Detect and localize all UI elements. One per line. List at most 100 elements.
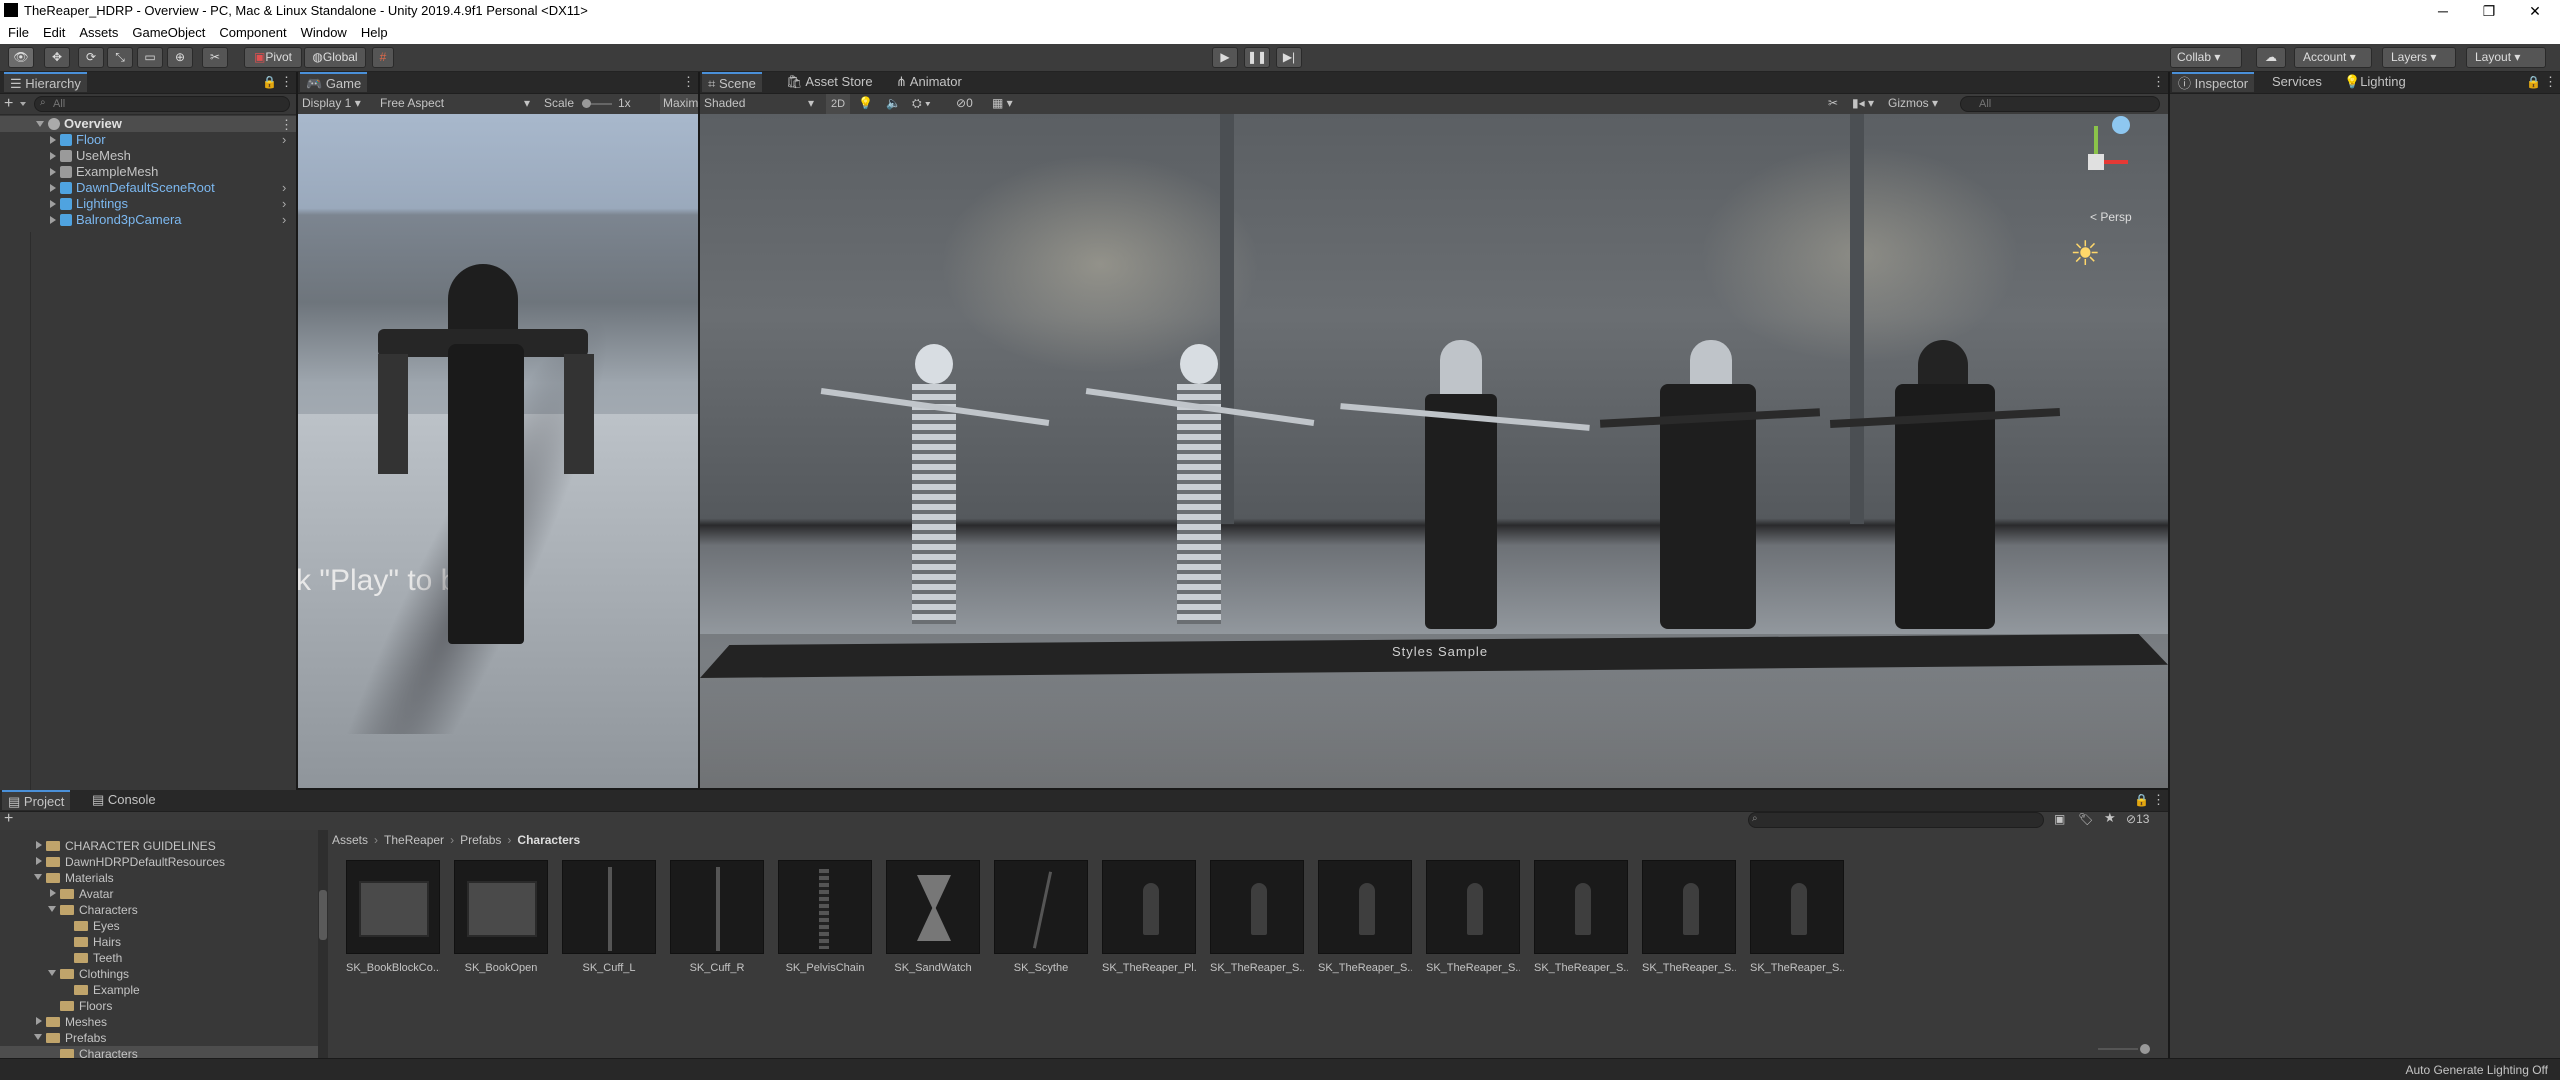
expand-arrow-icon[interactable] bbox=[50, 184, 56, 192]
scale-tool-icon[interactable]: ⤡ bbox=[107, 47, 133, 68]
collapse-arrow-icon[interactable] bbox=[48, 970, 56, 976]
tree-item[interactable]: Example bbox=[74, 982, 140, 998]
asset-item[interactable]: SK_SandWatch bbox=[886, 860, 980, 974]
menu-gameobject[interactable]: GameObject bbox=[132, 22, 205, 44]
hierarchy-item-usemesh[interactable]: UseMesh bbox=[60, 148, 131, 164]
asset-item[interactable]: SK_TheReaper_S... bbox=[1426, 860, 1520, 974]
menu-help[interactable]: Help bbox=[361, 22, 388, 44]
chevron-right-icon[interactable]: › bbox=[282, 180, 286, 195]
custom-tool-icon[interactable]: ✂ bbox=[202, 47, 228, 68]
tree-item[interactable]: Hairs bbox=[74, 934, 121, 950]
tree-item[interactable]: DawnHDRPDefaultResources bbox=[46, 854, 225, 870]
scene-row[interactable] bbox=[0, 116, 296, 132]
add-dropdown-icon[interactable] bbox=[20, 102, 26, 106]
expand-arrow-icon[interactable] bbox=[36, 857, 42, 865]
collapse-arrow-icon[interactable] bbox=[48, 906, 56, 912]
filter-by-label-icon[interactable]: 🏷 bbox=[2078, 812, 2093, 826]
close-button[interactable]: ✕ bbox=[2512, 0, 2558, 22]
panel-menu-icon[interactable]: ⋮ bbox=[682, 74, 695, 90]
panel-menu-icon[interactable]: ⋮ bbox=[2544, 74, 2557, 90]
move-tool-icon[interactable]: ✥ bbox=[44, 47, 70, 68]
tab-project[interactable]: ▤ Project bbox=[2, 790, 71, 810]
2d-toggle[interactable]: 2D bbox=[826, 94, 850, 114]
camera-dropdown-icon[interactable]: ▮◂ ▾ bbox=[1852, 96, 1874, 110]
lock-icon[interactable]: 🔒 bbox=[2526, 75, 2541, 89]
chevron-right-icon[interactable]: › bbox=[282, 212, 286, 227]
menu-file[interactable]: File bbox=[8, 22, 29, 44]
tab-asset-store[interactable]: 🛍 Asset Store bbox=[780, 72, 879, 92]
asset-item[interactable]: SK_TheReaper_Pl... bbox=[1102, 860, 1196, 974]
shading-dropdown[interactable]: Shaded ▾ bbox=[704, 96, 814, 110]
asset-item[interactable]: SK_BookOpen bbox=[454, 860, 548, 974]
tree-item[interactable]: Teeth bbox=[74, 950, 122, 966]
maximize-on-play-toggle[interactable]: Maxim bbox=[660, 94, 698, 114]
panel-menu-icon[interactable]: ⋮ bbox=[2152, 792, 2165, 808]
layout-dropdown[interactable]: Layout ▾ bbox=[2466, 47, 2546, 68]
expand-arrow-icon[interactable] bbox=[50, 216, 56, 224]
play-button[interactable]: ▶ bbox=[1212, 47, 1238, 68]
hierarchy-item-camera[interactable]: Balrond3pCamera bbox=[60, 212, 182, 228]
breadcrumb-prefabs[interactable]: Prefabs bbox=[460, 833, 501, 847]
persp-label[interactable]: < Persp bbox=[2090, 210, 2132, 224]
chevron-right-icon[interactable]: › bbox=[282, 132, 286, 147]
asset-item[interactable]: SK_BookBlockCo... bbox=[346, 860, 440, 974]
hierarchy-item-dawn[interactable]: DawnDefaultSceneRoot bbox=[60, 180, 215, 196]
menu-assets[interactable]: Assets bbox=[79, 22, 118, 44]
account-dropdown[interactable]: Account ▾ bbox=[2294, 47, 2372, 68]
scene-view[interactable]: Styles Sample < Persp ☀ bbox=[700, 114, 2168, 788]
grid-snap-icon[interactable]: # bbox=[372, 47, 394, 68]
tree-item[interactable]: Floors bbox=[60, 998, 112, 1014]
asset-item[interactable]: SK_TheReaper_S... bbox=[1318, 860, 1412, 974]
asset-item[interactable]: SK_PelvisChain bbox=[778, 860, 872, 974]
tree-item[interactable]: Clothings bbox=[60, 966, 129, 982]
hierarchy-item-floor[interactable]: Floor bbox=[60, 132, 106, 148]
tree-scrollbar[interactable] bbox=[318, 830, 328, 1060]
lock-icon[interactable]: 🔒 bbox=[2134, 793, 2149, 807]
tab-hierarchy[interactable]: ☰ Hierarchy bbox=[4, 72, 87, 92]
lighting-toggle-icon[interactable]: 💡 bbox=[858, 96, 873, 110]
view-tool-icon[interactable]: 👁 bbox=[8, 47, 34, 68]
lock-icon[interactable]: 🔒 bbox=[262, 75, 277, 89]
hidden-objects-icon[interactable]: ⊘0 bbox=[956, 96, 973, 110]
scene-menu-icon[interactable]: ⋮ bbox=[280, 117, 293, 133]
collapse-arrow-icon[interactable] bbox=[34, 1034, 42, 1040]
asset-item[interactable]: SK_Cuff_L bbox=[562, 860, 656, 974]
expand-arrow-icon[interactable] bbox=[50, 152, 56, 160]
asset-item[interactable]: SK_TheReaper_S... bbox=[1642, 860, 1736, 974]
asset-item[interactable]: SK_TheReaper_S... bbox=[1534, 860, 1628, 974]
audio-toggle-icon[interactable]: 🔈 bbox=[886, 96, 901, 110]
expand-arrow-icon[interactable] bbox=[50, 200, 56, 208]
expand-arrow-icon[interactable] bbox=[50, 136, 56, 144]
global-toggle[interactable]: ◍Global bbox=[304, 47, 366, 68]
menu-component[interactable]: Component bbox=[219, 22, 286, 44]
zoom-slider[interactable] bbox=[2098, 1048, 2138, 1050]
tree-item[interactable]: Characters bbox=[60, 902, 138, 918]
tree-item[interactable]: Avatar bbox=[60, 886, 113, 902]
expand-arrow-icon[interactable] bbox=[36, 1017, 42, 1025]
tools-icon[interactable]: ✂ bbox=[1828, 96, 1838, 110]
rect-tool-icon[interactable]: ▭ bbox=[137, 47, 163, 68]
panel-menu-icon[interactable]: ⋮ bbox=[280, 74, 293, 90]
tab-game[interactable]: 🎮 Game bbox=[300, 72, 368, 92]
breadcrumb-characters[interactable]: Characters bbox=[517, 833, 580, 847]
menu-window[interactable]: Window bbox=[301, 22, 347, 44]
hidden-count-badge[interactable]: ⊘13 bbox=[2126, 812, 2149, 826]
tab-scene[interactable]: ⌗ Scene bbox=[702, 72, 762, 92]
favorite-icon[interactable]: ★ bbox=[2104, 810, 2116, 826]
cloud-icon[interactable]: ☁ bbox=[2256, 47, 2286, 68]
gizmos-dropdown[interactable]: Gizmos ▾ bbox=[1888, 96, 1938, 110]
expand-arrow-icon[interactable] bbox=[50, 168, 56, 176]
maximize-button[interactable]: ❐ bbox=[2466, 0, 2512, 22]
tree-item[interactable]: CHARACTER GUIDELINES bbox=[46, 838, 216, 854]
step-button[interactable]: ▶| bbox=[1276, 47, 1302, 68]
asset-item[interactable]: SK_TheReaper_S... bbox=[1750, 860, 1844, 974]
tree-item[interactable]: Prefabs bbox=[46, 1030, 106, 1046]
hierarchy-item-lightings[interactable]: Lightings bbox=[60, 196, 128, 212]
tree-item[interactable]: Materials bbox=[46, 870, 114, 886]
tab-inspector[interactable]: ⓘ Inspector bbox=[2172, 72, 2255, 92]
asset-item[interactable]: SK_Scythe bbox=[994, 860, 1088, 974]
tab-console[interactable]: ▤ Console bbox=[86, 790, 162, 810]
pivot-toggle[interactable]: ▣Pivot bbox=[244, 47, 302, 68]
tree-item[interactable]: Meshes bbox=[46, 1014, 107, 1030]
asset-item[interactable]: SK_TheReaper_S... bbox=[1210, 860, 1304, 974]
